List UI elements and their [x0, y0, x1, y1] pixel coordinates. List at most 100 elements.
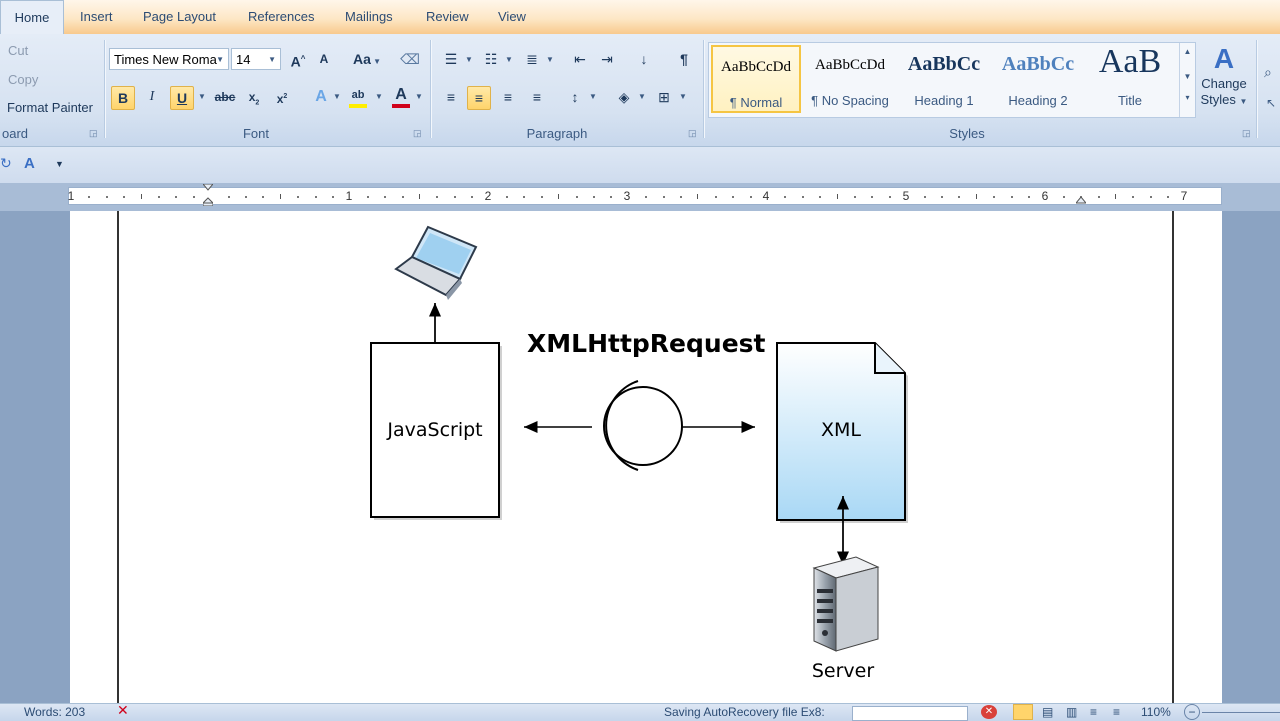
shading-icon[interactable]: ◈ [613, 86, 635, 108]
shrink-font-button[interactable]: A [313, 48, 335, 70]
font-name-field[interactable]: Times New Roma ▼ [109, 48, 229, 70]
outline-view-icon[interactable]: ≡ [1090, 705, 1097, 719]
tab-mailings[interactable]: Mailings [345, 0, 393, 34]
gallery-scroll[interactable]: ▲ ▼ ▾ [1179, 43, 1195, 117]
chevron-down-icon[interactable]: ▼ [638, 92, 646, 101]
chevron-down-icon[interactable]: ▼ [679, 92, 687, 101]
customize-toolbar-icon[interactable]: ▼ [55, 159, 64, 169]
dialog-launcher-icon[interactable]: ◲ [688, 128, 697, 139]
right-indent-marker[interactable] [1074, 195, 1088, 205]
shrink-font-icon: A [319, 52, 329, 66]
word-count[interactable]: Words: 203 [24, 705, 85, 719]
chevron-down-icon[interactable]: ▼ [216, 49, 224, 71]
document-page[interactable]: XMLHttpRequest JavaScript XML Server [70, 211, 1222, 703]
chevron-down-icon[interactable]: ▼ [546, 55, 554, 64]
font-size-field[interactable]: 14 ▼ [231, 48, 281, 70]
style-normal[interactable]: AaBbCcDd ¶ Normal [711, 45, 801, 113]
style-no-spacing[interactable]: AaBbCcDd ¶ No Spacing [805, 45, 895, 113]
text-effects-button[interactable]: A [310, 86, 332, 108]
align-center-icon[interactable]: ≡ [467, 86, 491, 110]
subscript-button[interactable]: x2 [243, 86, 265, 108]
style-title[interactable]: AaB Title [1085, 43, 1175, 113]
text-style-icon[interactable]: A [24, 155, 35, 172]
chevron-down-icon[interactable]: ▼ [333, 92, 341, 101]
multilevel-list-icon[interactable]: ≣ [521, 48, 543, 70]
format-painter-button[interactable]: Format Painter [7, 100, 93, 115]
ruler-dot [523, 196, 526, 198]
font-color-button[interactable]: A [390, 84, 412, 108]
underline-button[interactable]: U [170, 86, 194, 110]
horizontal-ruler[interactable]: 1 1 2 3 4 5 6 7 [68, 183, 1222, 207]
chevron-down-icon[interactable]: ▼ [268, 49, 276, 71]
ruler-number: 5 [902, 189, 910, 203]
italic-button[interactable]: I [141, 86, 163, 108]
tab-home[interactable]: Home [0, 0, 64, 34]
line-spacing-icon[interactable]: ↕ [564, 86, 586, 108]
ribbon-tab-bar: Home Insert Page Layout References Maili… [0, 0, 1280, 35]
align-left-icon[interactable]: ≡ [440, 86, 462, 108]
zoom-out-icon[interactable]: − [1184, 704, 1200, 720]
bold-button[interactable]: B [111, 86, 135, 110]
grow-font-button[interactable]: A^ [287, 48, 309, 70]
chevron-down-icon[interactable]: ▼ [415, 92, 423, 101]
bullets-icon[interactable]: ☰ [440, 48, 462, 70]
style-preview: AaBbCcDd [721, 59, 791, 75]
borders-icon[interactable]: ⊞ [653, 86, 675, 108]
chevron-down-icon[interactable]: ▼ [589, 92, 597, 101]
numbering-icon[interactable]: ☷ [480, 48, 502, 70]
chevron-down-icon[interactable]: ▼ [505, 55, 513, 64]
tab-view[interactable]: View [498, 0, 526, 34]
indent-marker[interactable] [201, 183, 215, 207]
ruler-dot [1010, 196, 1013, 198]
chevron-down-icon[interactable]: ▼ [375, 92, 383, 101]
draft-view-icon[interactable]: ≡ [1113, 705, 1120, 719]
web-layout-view-icon[interactable]: ▥ [1066, 705, 1077, 719]
increase-indent-icon[interactable]: ⇥ [596, 48, 618, 70]
strikethrough-button[interactable]: abc [212, 86, 238, 108]
chevron-down-icon[interactable]: ▼ [198, 92, 206, 101]
ruler-dot [158, 196, 160, 198]
style-preview: AaB [1098, 43, 1162, 80]
style-heading-1[interactable]: AaBbCc Heading 1 [899, 45, 989, 113]
chevron-down-icon[interactable]: ▼ [465, 55, 473, 64]
zoom-level[interactable]: 110% [1141, 705, 1171, 719]
tab-insert[interactable]: Insert [80, 0, 113, 34]
dialog-launcher-icon[interactable]: ◲ [413, 128, 422, 139]
autorecovery-status: Saving AutoRecovery file Ex8: [664, 705, 825, 719]
ruler-dot [923, 196, 926, 198]
select-icon[interactable]: ↖ [1266, 96, 1276, 110]
tab-references[interactable]: References [248, 0, 314, 34]
tab-review[interactable]: Review [426, 0, 469, 34]
cancel-icon[interactable]: ✕ [981, 705, 997, 719]
server-label: Server [811, 660, 875, 682]
clear-formatting-button[interactable]: ⌫ [399, 48, 421, 70]
more-icon[interactable]: ▾ [1180, 93, 1195, 102]
find-icon[interactable]: ⌕ [1264, 64, 1272, 81]
superscript-button[interactable]: x2 [271, 86, 293, 108]
chevron-down-icon[interactable]: ▼ [1180, 72, 1195, 81]
chevron-up-icon[interactable]: ▲ [1180, 47, 1195, 56]
change-case-button[interactable]: Aa ▼ [352, 48, 382, 70]
change-styles-label: Change [1201, 76, 1247, 91]
dialog-launcher-icon[interactable]: ◲ [1242, 128, 1251, 139]
change-styles-button[interactable]: A Change Styles ▼ [1198, 42, 1250, 122]
cut-button[interactable]: Cut [8, 43, 28, 58]
redo-icon[interactable]: ↻ [0, 155, 12, 172]
sort-icon[interactable]: ↓ [633, 48, 655, 70]
tab-page-layout[interactable]: Page Layout [143, 0, 216, 34]
proofing-error-icon[interactable]: ✕ [117, 702, 129, 719]
justify-icon[interactable]: ≡ [526, 86, 548, 108]
decrease-indent-icon[interactable]: ⇤ [569, 48, 591, 70]
dialog-launcher-icon[interactable]: ◲ [89, 128, 98, 139]
ruler-tick [697, 194, 699, 199]
ruler-tick [1115, 194, 1116, 199]
style-heading-2[interactable]: AaBbCc Heading 2 [993, 45, 1083, 113]
ruler-dot [1028, 196, 1030, 198]
zoom-slider[interactable] [1202, 712, 1280, 713]
print-layout-view-icon[interactable] [1013, 704, 1033, 720]
show-formatting-button[interactable]: ¶ [673, 48, 695, 70]
highlight-color-button[interactable]: ab [347, 84, 369, 108]
copy-button[interactable]: Copy [8, 72, 38, 87]
align-right-icon[interactable]: ≡ [497, 86, 519, 108]
full-screen-view-icon[interactable]: ▤ [1042, 705, 1053, 719]
